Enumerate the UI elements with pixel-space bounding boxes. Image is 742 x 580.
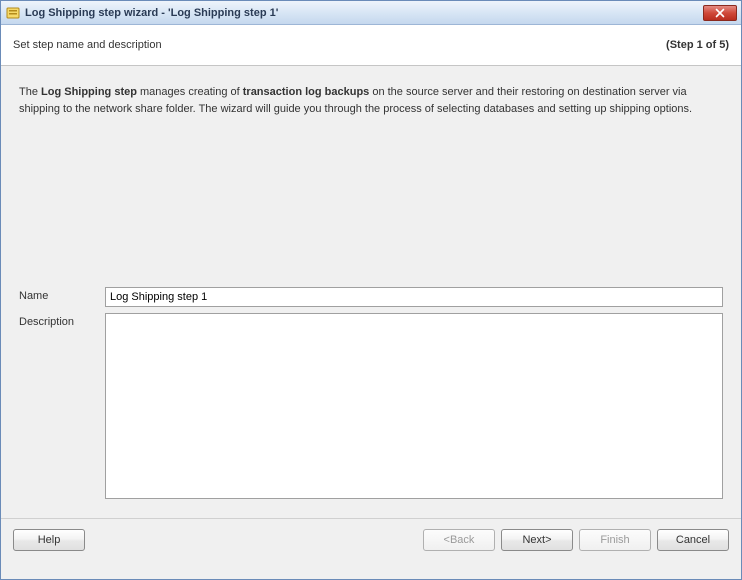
wizard-content: The Log Shipping step manages creating o… bbox=[1, 66, 741, 579]
name-row: Name bbox=[19, 287, 723, 307]
intro-pre: The bbox=[19, 86, 41, 98]
button-bar: Help <Back Next> Finish Cancel bbox=[1, 518, 741, 561]
name-label: Name bbox=[19, 287, 105, 307]
finish-button[interactable]: Finish bbox=[579, 529, 651, 551]
back-button[interactable]: <Back bbox=[423, 529, 495, 551]
wizard-header: Set step name and description (Step 1 of… bbox=[1, 25, 741, 66]
description-row: Description bbox=[19, 313, 723, 502]
step-indicator: (Step 1 of 5) bbox=[666, 39, 729, 51]
intro-mid1: manages creating of bbox=[137, 86, 243, 98]
next-button[interactable]: Next> bbox=[501, 529, 573, 551]
cancel-button[interactable]: Cancel bbox=[657, 529, 729, 551]
description-label: Description bbox=[19, 313, 105, 502]
wizard-window: Log Shipping step wizard - 'Log Shipping… bbox=[0, 0, 742, 580]
help-button[interactable]: Help bbox=[13, 529, 85, 551]
window-title: Log Shipping step wizard - 'Log Shipping… bbox=[25, 7, 703, 19]
intro-bold2: transaction log backups bbox=[243, 86, 370, 98]
intro-bold1: Log Shipping step bbox=[41, 86, 137, 98]
close-icon bbox=[715, 8, 725, 18]
close-button[interactable] bbox=[703, 5, 737, 21]
name-input[interactable] bbox=[105, 287, 723, 307]
step-subtitle: Set step name and description bbox=[13, 39, 162, 51]
titlebar: Log Shipping step wizard - 'Log Shipping… bbox=[1, 1, 741, 25]
description-input[interactable] bbox=[105, 313, 723, 499]
app-icon bbox=[5, 5, 21, 21]
intro-text: The Log Shipping step manages creating o… bbox=[19, 84, 723, 117]
